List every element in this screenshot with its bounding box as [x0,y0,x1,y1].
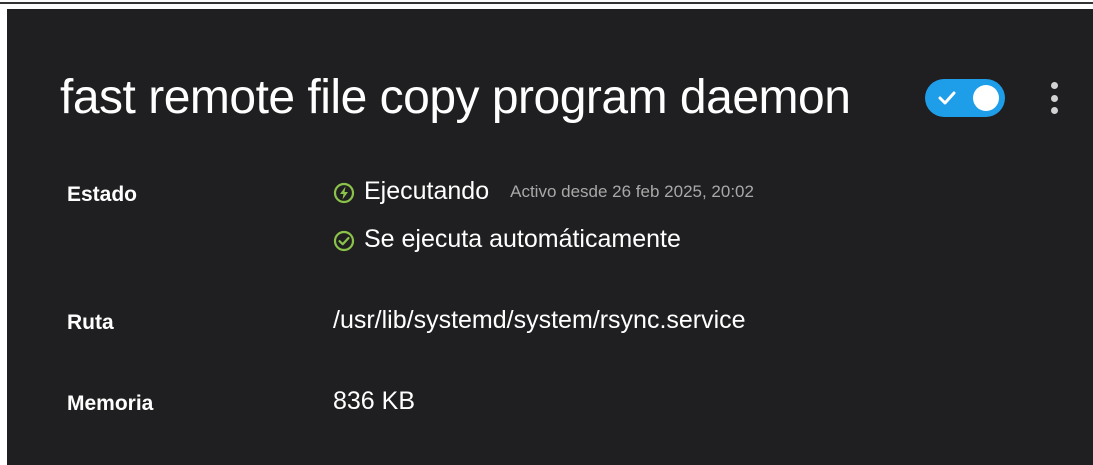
status-auto: Se ejecuta automáticamente [333,225,681,254]
kebab-menu-icon[interactable] [1042,78,1066,118]
enable-service-toggle[interactable] [925,79,1005,117]
service-header: fast remote file copy program daemon [60,62,851,132]
toggle-knob [973,85,999,111]
service-title: fast remote file copy program daemon [60,70,851,124]
memory-label: Memoria [67,392,154,415]
path-value: /usr/lib/systemd/system/rsync.service [333,306,746,334]
status-auto-text: Se ejecuta automáticamente [364,225,681,253]
check-icon [938,91,956,105]
status-running-text: Ejecutando [364,177,490,205]
status-label: Estado [67,183,138,206]
check-circle-icon [333,230,355,251]
active-since-text: Activo desde 26 feb 2025, 20:02 [510,181,754,201]
lightning-circle-icon [333,182,355,203]
status-running: Ejecutando Activo desde 26 feb 2025, 20:… [333,177,754,206]
service-details-card: fast remote file copy program daemon Est… [7,9,1093,465]
memory-value: 836 KB [333,387,416,415]
path-label: Ruta [67,311,114,334]
top-divider [0,2,1093,4]
